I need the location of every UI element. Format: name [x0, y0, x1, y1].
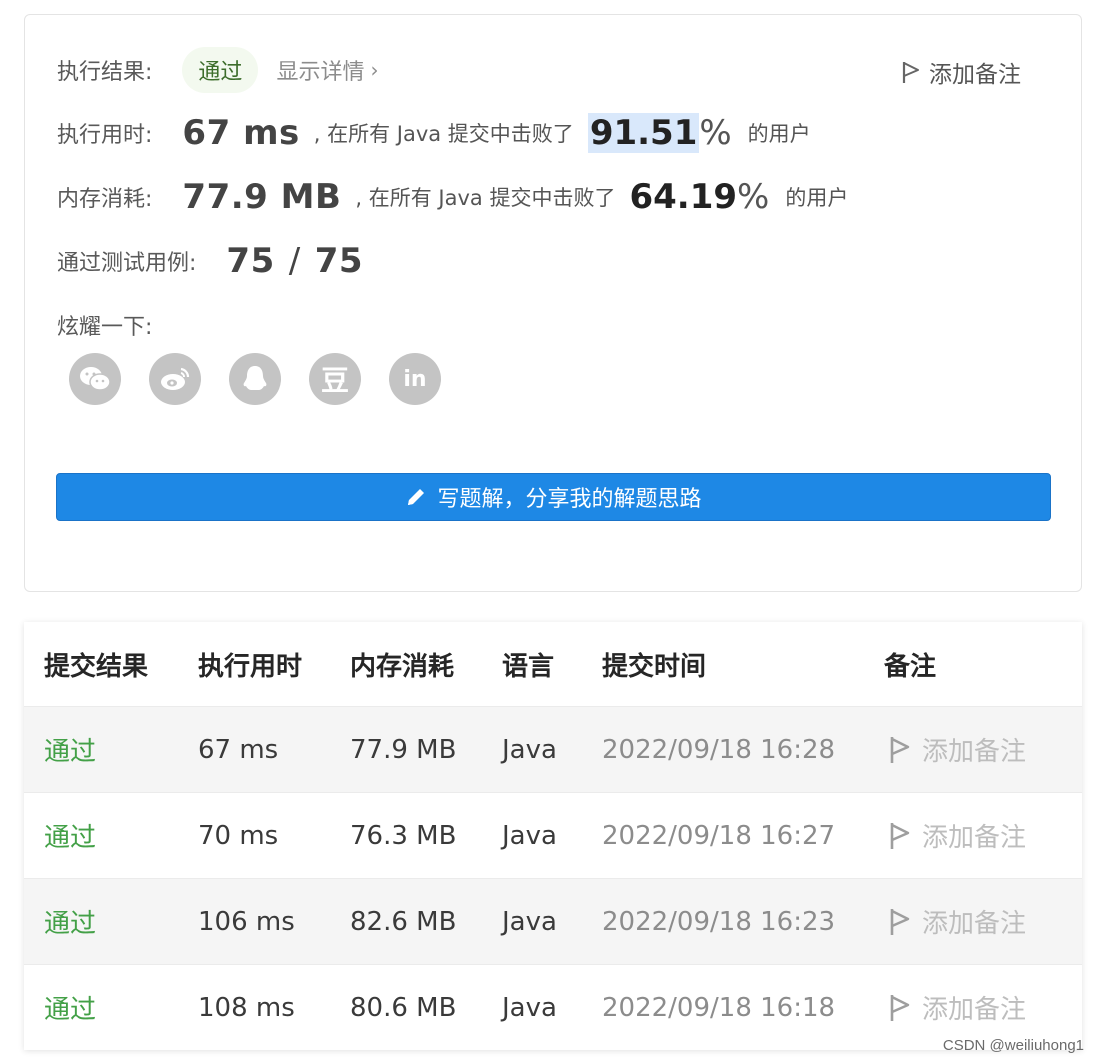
tests-row: 通过测试用例: 75 / 75	[57, 241, 363, 281]
status-badge: 通过	[182, 47, 259, 93]
wechat-icon	[80, 367, 111, 391]
row-note-label: 添加备注	[922, 909, 1027, 939]
exec-result-label: 执行结果:	[57, 60, 153, 85]
write-solution-button[interactable]: 写题解，分享我的解题思路	[56, 473, 1051, 521]
table-row: 通过 70 ms 76.3 MB Java 2022/09/18 16:27 添…	[24, 792, 1082, 878]
exec-time-row: 执行用时: 67 ms , 在所有 Java 提交中击败了 91.51 % 的用…	[57, 113, 811, 153]
show-details-label: 显示详情	[276, 60, 365, 85]
row-note-label: 添加备注	[922, 823, 1027, 853]
header-note: 备注	[884, 651, 937, 682]
result-card: 执行结果: 通过 显示详情 › 添加备注 执行用时: 67 ms , 在所有 J…	[24, 14, 1082, 592]
header-memory: 内存消耗	[350, 651, 455, 682]
flag-icon	[890, 908, 910, 935]
share-buttons: 豆 in	[69, 353, 469, 405]
exec-time-middle: , 在所有 Java 提交中击败了	[313, 122, 574, 146]
linkedin-icon: in	[403, 366, 427, 392]
row-note-label: 添加备注	[922, 995, 1027, 1025]
table-row: 通过 106 ms 82.6 MB Java 2022/09/18 16:23 …	[24, 878, 1082, 964]
row-submitted: 2022/09/18 16:18	[602, 992, 836, 1023]
row-submitted: 2022/09/18 16:27	[602, 820, 836, 851]
row-note-label: 添加备注	[922, 737, 1027, 767]
add-note-button[interactable]: 添加备注	[901, 55, 1021, 89]
flag-icon	[902, 62, 919, 83]
exec-time-label: 执行用时:	[57, 123, 153, 148]
exec-time-percent: 91.51	[587, 113, 700, 153]
flag-icon	[890, 822, 910, 849]
exec-result-row: 执行结果: 通过 显示详情 ›	[57, 47, 378, 93]
tests-label: 通过测试用例:	[57, 251, 197, 276]
row-memory: 76.3 MB	[350, 820, 457, 851]
table-row: 通过 67 ms 77.9 MB Java 2022/09/18 16:28 添…	[24, 706, 1082, 792]
share-row-label: 炫耀一下:	[57, 309, 152, 341]
share-douban-button[interactable]: 豆	[309, 353, 361, 405]
tests-passed: 75	[226, 241, 275, 281]
share-qq-button[interactable]	[229, 353, 281, 405]
share-wechat-button[interactable]	[69, 353, 121, 405]
flag-icon	[890, 994, 910, 1021]
row-memory: 77.9 MB	[350, 734, 457, 765]
memory-label: 内存消耗:	[57, 187, 153, 212]
share-weibo-button[interactable]	[149, 353, 201, 405]
exec-time-value: 67 ms	[182, 113, 300, 153]
show-details-link[interactable]: 显示详情 ›	[276, 54, 378, 86]
chevron-right-icon: ›	[370, 58, 379, 82]
flag-icon	[890, 736, 910, 763]
memory-value: 77.9 MB	[182, 177, 342, 217]
submissions-table: 提交结果 执行用时 内存消耗 语言 提交时间 备注 通过 67 ms 77.9 …	[24, 622, 1082, 1050]
table-row: 通过 108 ms 80.6 MB Java 2022/09/18 16:18 …	[24, 964, 1082, 1050]
pencil-icon	[408, 489, 425, 505]
add-note-label: 添加备注	[929, 62, 1021, 88]
share-linkedin-button[interactable]: in	[389, 353, 441, 405]
row-time: 70 ms	[198, 820, 279, 851]
row-memory: 82.6 MB	[350, 906, 457, 937]
memory-middle: , 在所有 Java 提交中击败了	[355, 186, 616, 210]
header-time: 执行用时	[198, 651, 303, 682]
write-solution-label: 写题解，分享我的解题思路	[437, 487, 702, 512]
row-status-link[interactable]: 通过	[44, 793, 96, 878]
row-add-note-button[interactable]: 添加备注	[888, 707, 1026, 792]
memory-percent-sign: %	[737, 177, 770, 217]
row-time: 67 ms	[198, 734, 279, 765]
row-status-link[interactable]: 通过	[44, 965, 96, 1050]
memory-percent: 64.19	[629, 177, 738, 217]
weibo-icon	[161, 367, 190, 390]
row-memory: 80.6 MB	[350, 992, 457, 1023]
row-language: Java	[502, 734, 557, 765]
table-header: 提交结果 执行用时 内存消耗 语言 提交时间 备注	[24, 622, 1082, 706]
memory-row: 内存消耗: 77.9 MB , 在所有 Java 提交中击败了 64.19 % …	[57, 177, 848, 217]
row-language: Java	[502, 820, 557, 851]
qq-icon	[243, 366, 267, 390]
row-language: Java	[502, 992, 557, 1023]
row-status-link[interactable]: 通过	[44, 879, 96, 964]
header-submitted: 提交时间	[602, 651, 707, 682]
exec-time-suffix: 的用户	[747, 122, 811, 146]
row-status-link[interactable]: 通过	[44, 707, 96, 792]
row-submitted: 2022/09/18 16:28	[602, 734, 836, 765]
row-submitted: 2022/09/18 16:23	[602, 906, 836, 937]
tests-total: 75	[314, 241, 364, 281]
header-language: 语言	[502, 651, 555, 682]
share-label: 炫耀一下:	[57, 315, 153, 340]
douban-icon: 豆	[320, 364, 349, 397]
row-add-note-button[interactable]: 添加备注	[888, 879, 1026, 964]
memory-suffix: 的用户	[785, 186, 849, 210]
row-add-note-button[interactable]: 添加备注	[888, 793, 1026, 878]
row-language: Java	[502, 906, 557, 937]
tests-separator: /	[288, 241, 301, 281]
header-status: 提交结果	[44, 651, 149, 682]
watermark: CSDN @weiliuhong1	[942, 1037, 1084, 1054]
row-time: 106 ms	[198, 906, 295, 937]
row-time: 108 ms	[198, 992, 295, 1023]
exec-time-percent-sign: %	[699, 113, 732, 153]
